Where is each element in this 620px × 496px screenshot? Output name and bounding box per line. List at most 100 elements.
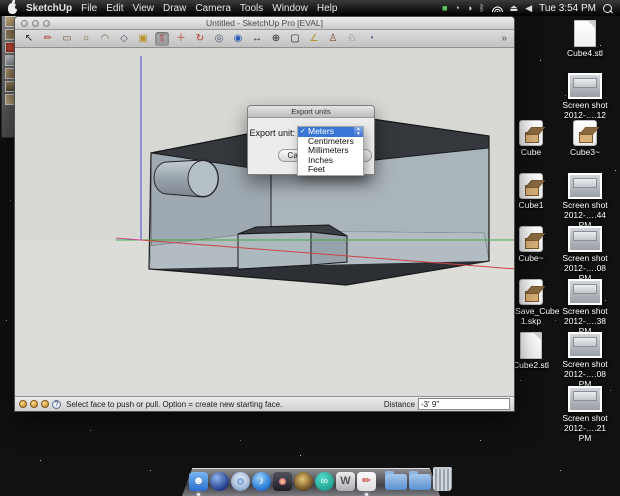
menu-view[interactable]: View — [132, 3, 154, 14]
spotlight-icon[interactable] — [603, 4, 612, 13]
icon-label: Cube3~ — [562, 148, 608, 158]
screenshot-file-icon — [568, 226, 602, 252]
arduino-dock-icon[interactable]: ∞ — [315, 472, 334, 491]
window-titlebar[interactable]: Untitled - SketchUp Pro [EVAL] — [15, 17, 514, 30]
push-pull-tool-icon[interactable]: ⇧ — [155, 32, 169, 46]
desktop-icon-screenshot[interactable]: Screen shot 2012-….44 PM — [562, 173, 608, 230]
desktop-icon-cube3[interactable]: Cube3~ — [562, 120, 608, 158]
documents-folder-dock-icon[interactable] — [385, 474, 407, 490]
safari-dock-icon[interactable] — [231, 472, 250, 491]
offset-tool-icon[interactable]: ◎ — [212, 32, 226, 46]
pan-tool-icon[interactable]: ↔ — [250, 32, 264, 46]
position-camera-tool-icon[interactable]: ♙ — [326, 32, 340, 46]
menu-camera[interactable]: Camera — [195, 3, 231, 14]
time-machine-icon[interactable]: ◔ — [454, 0, 459, 16]
menu-clock[interactable]: Tue 3:54 PM — [539, 3, 596, 14]
checkmark-icon: ✓ — [300, 127, 306, 137]
skp-file-icon — [519, 120, 543, 146]
sketchup-window: Untitled - SketchUp Pro [EVAL] ↖ ✏ ▭ ○ ◠… — [14, 16, 515, 412]
finder-dock-icon[interactable]: ☻ — [189, 472, 208, 491]
itunes-dock-icon[interactable]: ♪ — [252, 472, 271, 491]
desktop-icon-screenshot[interactable]: Screen shot 2012-….08 PM — [562, 226, 608, 283]
media-app-dock-icon[interactable] — [294, 472, 313, 491]
status-orb-button[interactable] — [30, 400, 38, 408]
status-orb-button[interactable] — [19, 400, 27, 408]
tape-measure-tool-icon[interactable]: ∠ — [307, 32, 321, 46]
menu-sketchup[interactable]: SketchUp — [26, 3, 72, 14]
apple-menu-icon[interactable] — [8, 3, 17, 14]
desktop-icon-screenshot[interactable]: Screen shot 2012-….38 PM — [562, 279, 608, 336]
screenshot-file-icon — [568, 173, 602, 199]
wings3d-dock-icon[interactable]: W — [336, 472, 355, 491]
distance-input[interactable] — [418, 398, 510, 410]
trash-dock-icon[interactable] — [433, 467, 452, 491]
menu-edit[interactable]: Edit — [106, 3, 123, 14]
photo-booth-dock-icon[interactable] — [273, 472, 292, 491]
arc-tool-icon[interactable]: ◠ — [98, 32, 112, 46]
model-3d-view — [15, 48, 514, 397]
volume-icon[interactable]: ◀ — [525, 0, 532, 16]
dock-icons-row: ☻ ♪ ∞ W ✏ — [189, 467, 452, 491]
menu-tools[interactable]: Tools — [240, 3, 263, 14]
zoom-tool-icon[interactable]: ⊕ — [269, 32, 283, 46]
toolbar: ↖ ✏ ▭ ○ ◠ ◇ ▣ ⇧ ＋ ↻ ◎ ◉ ↔ ⊕ ▢ ∠ ♙ ♘ ◔ » — [15, 30, 514, 48]
walk-tool-icon[interactable]: ♘ — [345, 32, 359, 46]
screenshot-file-icon — [568, 279, 602, 305]
model-canvas[interactable] — [15, 48, 514, 397]
stepper-down-icon: ▼ — [356, 131, 360, 136]
desktop-icon-screenshot[interactable]: Screen shot 2012-….21 PM — [562, 386, 608, 443]
window-title: Untitled - SketchUp Pro [EVAL] — [15, 18, 514, 28]
eject-icon[interactable]: ⏏ — [510, 0, 519, 16]
desktop-icon-cube4-stl[interactable]: Cube4.stl — [562, 20, 608, 59]
dialog-titlebar[interactable]: Export units — [248, 106, 374, 118]
wifi-icon[interactable] — [492, 5, 503, 12]
menu-status-area: ■ ◔ ◑ ᛒ ⏏ ◀ Tue 3:54 PM — [442, 0, 612, 16]
bluetooth-icon[interactable]: ᛒ — [479, 0, 484, 16]
circle-tool-icon[interactable]: ○ — [79, 32, 93, 46]
rectangle-tool-icon[interactable]: ▭ — [60, 32, 74, 46]
orbit-tool-icon[interactable]: ◉ — [231, 32, 245, 46]
paint-bucket-tool-icon[interactable]: ▣ — [136, 32, 150, 46]
export-unit-label: Export unit: — [249, 128, 295, 138]
line-tool-icon[interactable]: ✏ — [41, 32, 55, 46]
units-popup-menu: ✓ Meters ▲ ▼ Centimeters Millimeters Inc… — [297, 126, 364, 176]
skp-file-icon — [519, 226, 543, 252]
icon-label: Screen shot 2012-….08 PM — [562, 360, 608, 389]
menu-file[interactable]: File — [81, 3, 97, 14]
displays-icon[interactable]: ◑ — [467, 0, 472, 16]
menu-help[interactable]: Help — [317, 3, 338, 14]
desktop: SketchUp File Edit View Draw Camera Tool… — [0, 0, 620, 496]
help-button[interactable]: ? — [52, 400, 61, 409]
rotate-tool-icon[interactable]: ↻ — [193, 32, 207, 46]
desktop-icon-screenshot[interactable]: Screen shot 2012-….08 PM — [562, 332, 608, 389]
downloads-folder-dock-icon[interactable] — [409, 474, 431, 490]
dock: ☻ ♪ ∞ W ✏ — [182, 456, 440, 496]
menu-item-feet[interactable]: Feet — [298, 165, 363, 175]
screenshot-file-icon — [568, 73, 602, 99]
icon-label: Cube4.stl — [562, 49, 608, 59]
status-bar: ? Select face to push or pull. Option = … — [15, 396, 514, 411]
distance-label: Distance — [384, 400, 415, 409]
select-tool-icon[interactable]: ↖ — [22, 32, 36, 46]
status-orb-button[interactable] — [41, 400, 49, 408]
menu-bar: SketchUp File Edit View Draw Camera Tool… — [0, 0, 620, 16]
popup-stepper-icon[interactable]: ▲ ▼ — [354, 127, 363, 137]
skp-file-icon — [519, 173, 543, 199]
menu-draw[interactable]: Draw — [163, 3, 186, 14]
look-around-tool-icon[interactable]: ◔ — [364, 32, 378, 46]
make-component-tool-icon[interactable]: ◇ — [117, 32, 131, 46]
icon-label: Screen shot 2012-….21 PM — [562, 414, 608, 443]
dashboard-dock-icon[interactable] — [210, 472, 229, 491]
stl-file-icon — [574, 20, 596, 47]
move-tool-icon[interactable]: ＋ — [174, 32, 188, 46]
skp-file-icon — [519, 279, 543, 305]
zoom-extents-tool-icon[interactable]: ▢ — [288, 32, 302, 46]
stl-file-icon — [520, 332, 542, 359]
sketchup-dock-icon[interactable]: ✏ — [357, 472, 376, 491]
menu-item-label: Meters — [308, 126, 334, 136]
menu-window[interactable]: Window — [272, 3, 308, 14]
green-indicator-icon[interactable]: ■ — [442, 0, 447, 16]
screenshot-file-icon — [568, 386, 602, 412]
toolbar-overflow-icon[interactable]: » — [501, 33, 507, 44]
screenshot-file-icon — [568, 332, 602, 358]
